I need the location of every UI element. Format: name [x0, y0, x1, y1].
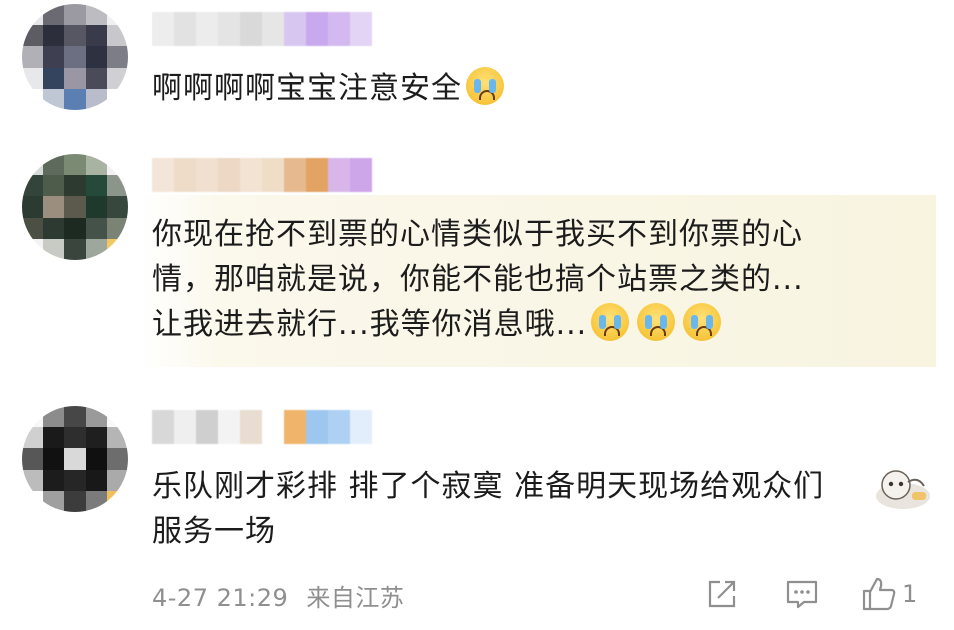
comment-text: 啊啊啊啊宝宝注意安全 — [152, 66, 504, 111]
avatar[interactable] — [22, 154, 128, 260]
comment-item: 啊啊啊啊宝宝注意安全 — [0, 0, 954, 130]
comment-icon — [786, 580, 818, 609]
crying-face-icon — [637, 303, 676, 341]
comment-text: 你现在抢不到票的心情类似于我买不到你票的心 情，那咱就是说，你能不能也搞个站票之… — [152, 217, 804, 342]
location: 来自江苏 — [306, 584, 405, 612]
username-blurred[interactable] — [152, 410, 372, 444]
username-blurred[interactable] — [152, 158, 372, 192]
share-icon — [708, 580, 736, 608]
thumbs-up-icon — [862, 577, 896, 611]
username-blurred[interactable] — [152, 12, 372, 46]
comment-item: 你现在抢不到票的心情类似于我买不到你票的心 情，那咱就是说，你能不能也搞个站票之… — [0, 140, 954, 509]
avatar[interactable] — [22, 4, 128, 110]
like-button[interactable]: 1 — [860, 574, 917, 614]
avatar[interactable] — [22, 406, 128, 512]
comment-text: 乐队刚才彩排 排了个寂寞 准备明天现场给观众们 服务一场 — [152, 469, 825, 549]
timestamp: 4-27 21:29 — [152, 584, 289, 612]
crying-face-icon — [683, 303, 722, 341]
comment-meta: 4-27 21:29 来自江苏 — [152, 578, 404, 613]
like-count: 1 — [902, 580, 918, 608]
crying-face-icon — [591, 303, 630, 341]
reply-button[interactable] — [784, 574, 820, 614]
crying-face-icon — [466, 67, 504, 105]
share-button[interactable] — [704, 574, 740, 614]
